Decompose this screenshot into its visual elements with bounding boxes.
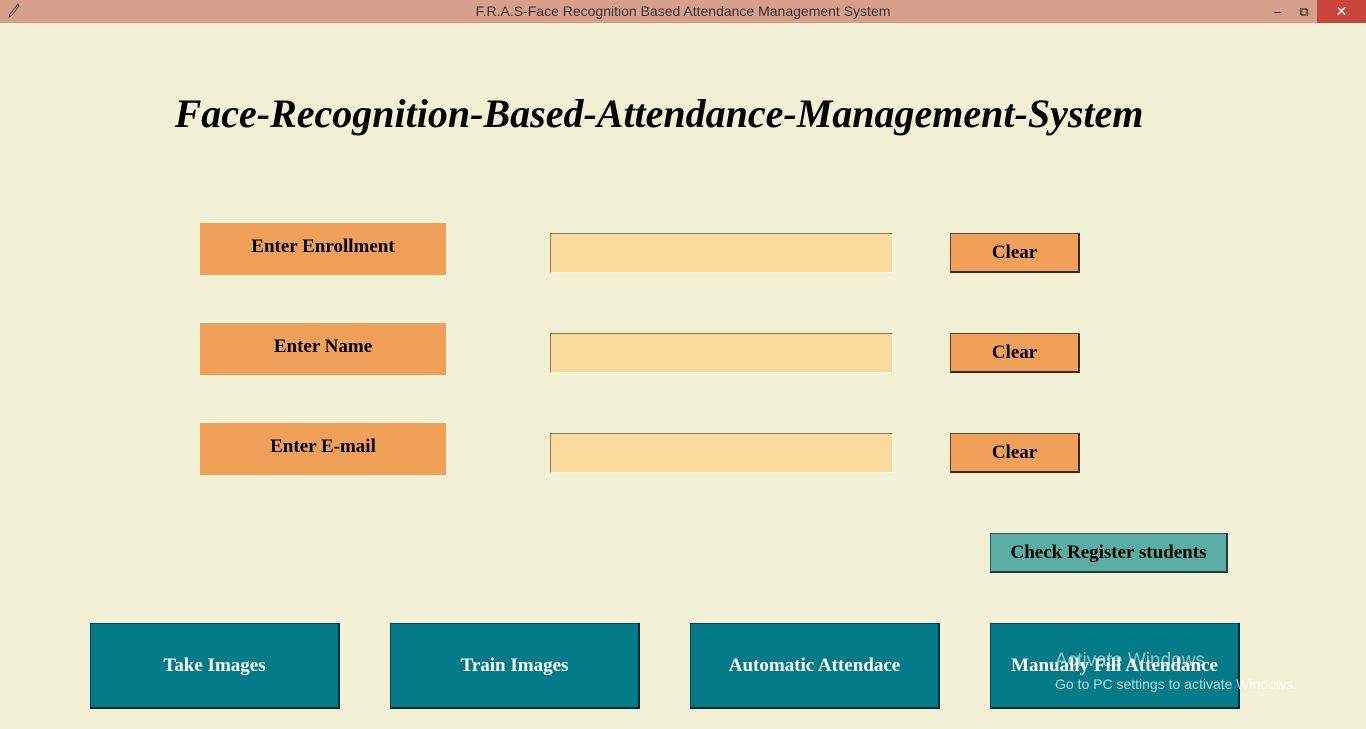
take-images-button[interactable]: Take Images <box>90 623 340 709</box>
name-label-text: Enter Name <box>273 336 373 357</box>
minimize-button[interactable]: – <box>1265 0 1291 23</box>
manual-attendance-button[interactable]: Manually Fill Attendance <box>990 623 1240 709</box>
email-label: Enter E-mail <box>200 423 446 475</box>
title-bar: F.R.A.S-Face Recognition Based Attendanc… <box>0 0 1366 23</box>
maximize-button[interactable]: ⧉ <box>1291 0 1317 23</box>
clear-name-button[interactable]: Clear <box>950 333 1080 373</box>
window-title: F.R.A.S-Face Recognition Based Attendanc… <box>475 3 891 19</box>
close-button[interactable]: ✕ <box>1317 0 1366 23</box>
clear-enrollment-button[interactable]: Clear <box>950 233 1080 273</box>
check-register-students-button[interactable]: Check Register students <box>990 533 1228 573</box>
train-images-button[interactable]: Train Images <box>390 623 640 709</box>
email-input[interactable] <box>550 433 893 473</box>
clear-email-button[interactable]: Clear <box>950 433 1080 473</box>
page-title: Face-Recognition-Based-Attendance-Manage… <box>174 91 1144 136</box>
name-input[interactable] <box>550 333 893 373</box>
automatic-attendance-button[interactable]: Automatic Attendace <box>690 623 940 709</box>
enrollment-label: Enter Enrollment <box>200 223 446 275</box>
name-label: Enter Name <box>200 323 446 375</box>
email-label-text: Enter E-mail <box>270 436 376 457</box>
enrollment-input[interactable] <box>550 233 893 273</box>
enrollment-label-text: Enter Enrollment <box>251 236 395 257</box>
